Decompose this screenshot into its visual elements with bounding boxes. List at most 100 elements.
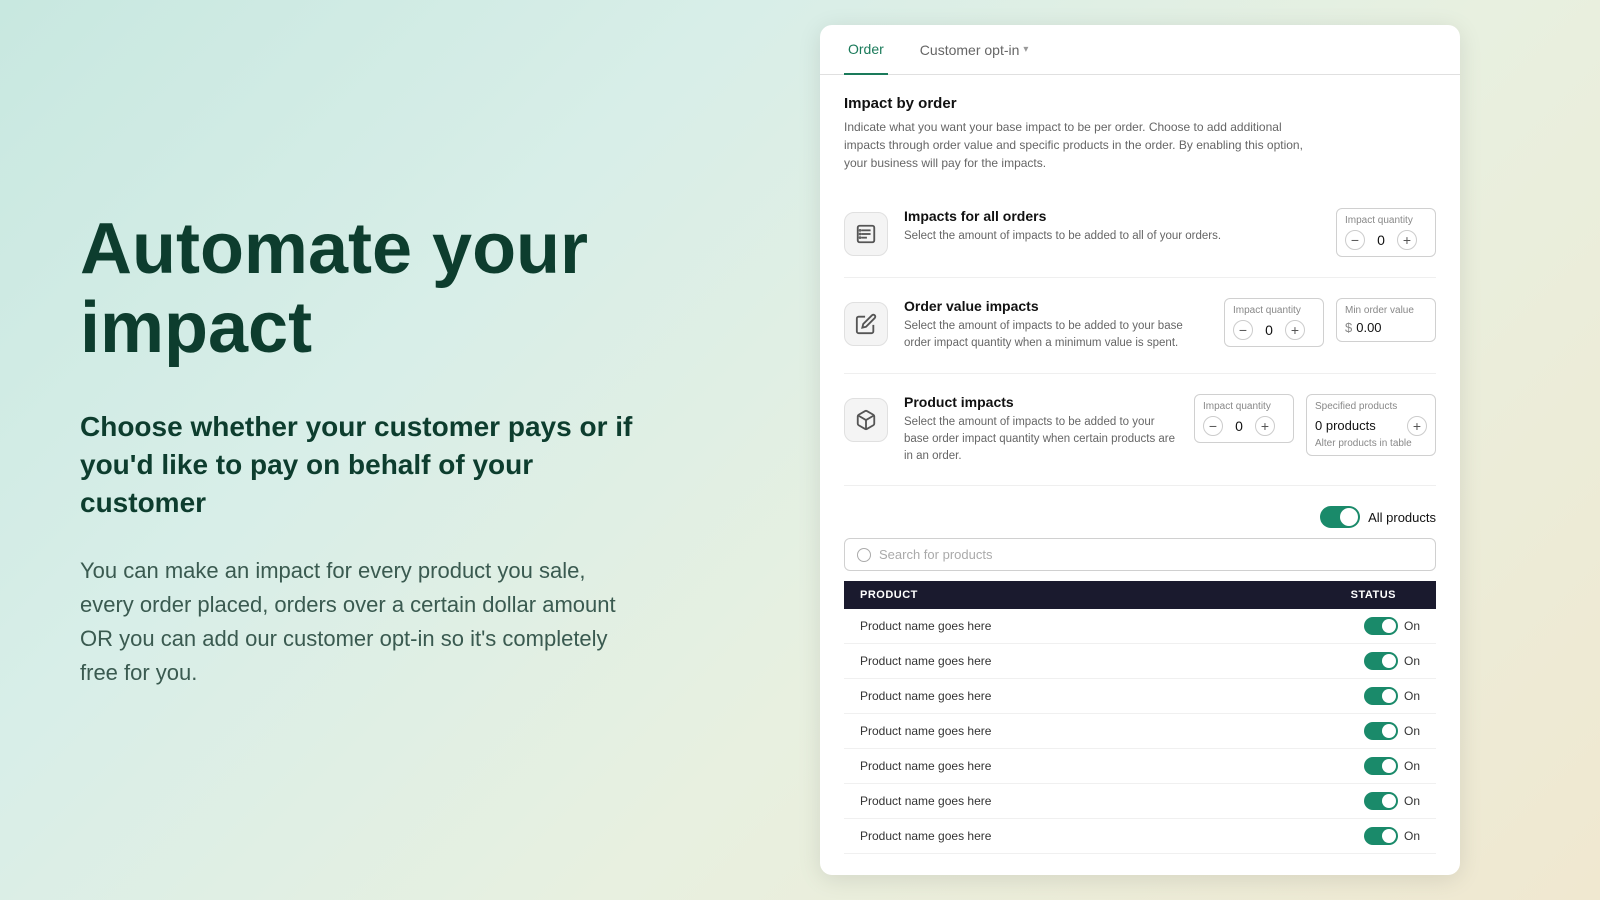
impact-qty-label-2: Impact quantity bbox=[1233, 305, 1315, 316]
table-row: Product name goes here On bbox=[844, 609, 1436, 644]
product-name-cell: Product name goes here bbox=[844, 609, 1209, 644]
table-row: Product name goes here On bbox=[844, 819, 1436, 854]
order-value-desc: Select the amount of impacts to be added… bbox=[904, 318, 1208, 353]
list-icon-container bbox=[844, 212, 888, 256]
search-placeholder: Search for products bbox=[879, 547, 992, 562]
impact-quantity-field-1: Impact quantity − 0 + bbox=[1336, 208, 1436, 257]
status-row: On bbox=[1225, 722, 1420, 740]
search-bar[interactable]: Search for products bbox=[844, 538, 1436, 571]
min-order-input[interactable] bbox=[1356, 320, 1416, 335]
table-row: Product name goes here On bbox=[844, 644, 1436, 679]
status-row: On bbox=[1225, 792, 1420, 810]
list-icon bbox=[855, 223, 877, 245]
row-toggle-6[interactable] bbox=[1364, 827, 1398, 845]
status-cell: On bbox=[1209, 679, 1436, 714]
product-table: Product Status Product name goes here On… bbox=[844, 581, 1436, 854]
increment-btn-1[interactable]: + bbox=[1397, 230, 1417, 250]
stepper-val-3: 0 bbox=[1231, 418, 1247, 434]
impact-by-order-title: Impact by order bbox=[844, 95, 1436, 112]
status-text-3: On bbox=[1404, 724, 1420, 738]
product-name-cell: Product name goes here bbox=[844, 714, 1209, 749]
product-impacts-desc: Select the amount of impacts to be added… bbox=[904, 414, 1178, 466]
table-header-row: Product Status bbox=[844, 581, 1436, 609]
increment-btn-2[interactable]: + bbox=[1285, 320, 1305, 340]
table-row: Product name goes here On bbox=[844, 784, 1436, 819]
status-cell: On bbox=[1209, 714, 1436, 749]
tab-order[interactable]: Order bbox=[844, 25, 888, 75]
product-name-cell: Product name goes here bbox=[844, 679, 1209, 714]
all-orders-section: Impacts for all orders Select the amount… bbox=[844, 188, 1436, 278]
decrement-btn-3[interactable]: − bbox=[1203, 416, 1223, 436]
table-row: Product name goes here On bbox=[844, 679, 1436, 714]
tab-bar: Order Customer opt-in ▾ bbox=[820, 25, 1460, 75]
stepper-2: − 0 + bbox=[1233, 320, 1315, 340]
status-cell: On bbox=[1209, 609, 1436, 644]
col-product: Product bbox=[844, 581, 1209, 609]
product-impacts-fields: Impact quantity − 0 + Specified products… bbox=[1194, 394, 1436, 456]
product-impacts-title: Product impacts bbox=[904, 394, 1178, 410]
all-products-row: All products bbox=[844, 506, 1436, 528]
product-name-cell: Product name goes here bbox=[844, 819, 1209, 854]
row-toggle-3[interactable] bbox=[1364, 722, 1398, 740]
decrement-btn-2[interactable]: − bbox=[1233, 320, 1253, 340]
subheadline: Choose whether your customer pays or if … bbox=[80, 408, 640, 521]
stepper-val-1: 0 bbox=[1373, 232, 1389, 248]
impact-quantity-field-2: Impact quantity − 0 + bbox=[1224, 298, 1324, 347]
body-text: You can make an impact for every product… bbox=[80, 554, 640, 690]
edit-icon-container bbox=[844, 302, 888, 346]
status-cell: On bbox=[1209, 819, 1436, 854]
box-icon bbox=[855, 409, 877, 431]
table-row: Product name goes here On bbox=[844, 714, 1436, 749]
all-orders-fields: Impact quantity − 0 + bbox=[1336, 208, 1436, 257]
status-cell: On bbox=[1209, 644, 1436, 679]
product-section: All products Search for products Product… bbox=[844, 486, 1436, 866]
stepper-3: − 0 + bbox=[1203, 416, 1285, 436]
impact-qty-label-3: Impact quantity bbox=[1203, 401, 1285, 412]
status-text-5: On bbox=[1404, 794, 1420, 808]
tab-customer-optin[interactable]: Customer opt-in ▾ bbox=[920, 42, 1029, 58]
product-name-cell: Product name goes here bbox=[844, 749, 1209, 784]
status-text-0: On bbox=[1404, 619, 1420, 633]
status-cell: On bbox=[1209, 784, 1436, 819]
all-products-label: All products bbox=[1368, 510, 1436, 525]
impact-qty-label-1: Impact quantity bbox=[1345, 215, 1427, 226]
alter-products-text: Alter products in table bbox=[1315, 438, 1427, 449]
product-impacts-section: Product impacts Select the amount of imp… bbox=[844, 374, 1436, 487]
impact-quantity-field-3: Impact quantity − 0 + bbox=[1194, 394, 1294, 443]
main-card: Order Customer opt-in ▾ Impact by order … bbox=[820, 25, 1460, 875]
status-row: On bbox=[1225, 687, 1420, 705]
row-toggle-4[interactable] bbox=[1364, 757, 1398, 775]
status-row: On bbox=[1225, 757, 1420, 775]
table-row: Product name goes here On bbox=[844, 749, 1436, 784]
increment-btn-3[interactable]: + bbox=[1255, 416, 1275, 436]
col-status: Status bbox=[1209, 581, 1436, 609]
order-value-title: Order value impacts bbox=[904, 298, 1208, 314]
decrement-btn-1[interactable]: − bbox=[1345, 230, 1365, 250]
edit-icon bbox=[855, 313, 877, 335]
status-text-4: On bbox=[1404, 759, 1420, 773]
row-toggle-0[interactable] bbox=[1364, 617, 1398, 635]
status-row: On bbox=[1225, 827, 1420, 845]
search-icon bbox=[857, 548, 871, 562]
specified-products-inner: 0 products + bbox=[1315, 416, 1427, 436]
currency-symbol: $ bbox=[1345, 320, 1352, 335]
product-impacts-content: Product impacts Select the amount of imp… bbox=[904, 394, 1178, 466]
status-text-2: On bbox=[1404, 689, 1420, 703]
all-products-toggle[interactable] bbox=[1320, 506, 1360, 528]
specified-products-field: Specified products 0 products + Alter pr… bbox=[1306, 394, 1436, 456]
status-row: On bbox=[1225, 652, 1420, 670]
impact-by-order-header: Impact by order Indicate what you want y… bbox=[844, 95, 1436, 172]
status-row: On bbox=[1225, 617, 1420, 635]
product-name-cell: Product name goes here bbox=[844, 784, 1209, 819]
row-toggle-1[interactable] bbox=[1364, 652, 1398, 670]
row-toggle-2[interactable] bbox=[1364, 687, 1398, 705]
headline: Automate your impact bbox=[80, 210, 640, 368]
add-products-btn[interactable]: + bbox=[1407, 416, 1427, 436]
row-toggle-5[interactable] bbox=[1364, 792, 1398, 810]
product-name-cell: Product name goes here bbox=[844, 644, 1209, 679]
specified-products-label: Specified products bbox=[1315, 401, 1427, 412]
order-value-content: Order value impacts Select the amount of… bbox=[904, 298, 1208, 353]
min-order-value-field: Min order value $ bbox=[1336, 298, 1436, 342]
order-value-fields: Impact quantity − 0 + Min order value $ bbox=[1224, 298, 1436, 347]
box-icon-container bbox=[844, 398, 888, 442]
